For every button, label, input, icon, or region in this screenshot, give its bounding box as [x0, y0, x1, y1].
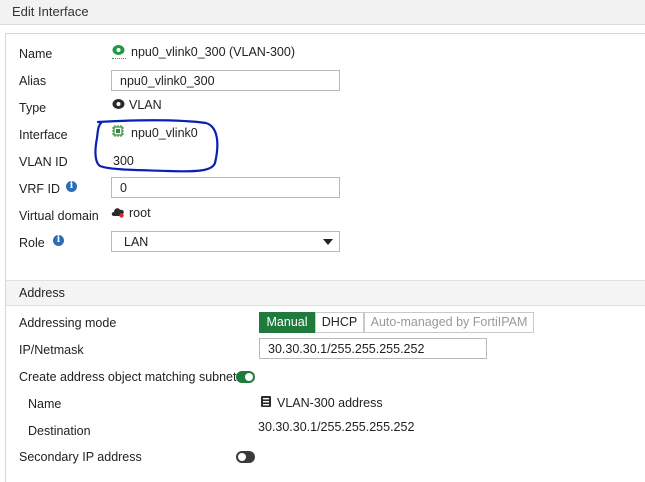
vdom-label: Virtual domain — [19, 209, 99, 223]
address-section-title: Address — [19, 286, 65, 300]
name-icon-underline — [112, 58, 126, 59]
edit-interface-panel — [5, 33, 645, 482]
interface-label: Interface — [19, 128, 68, 142]
name-label: Name — [19, 47, 53, 61]
type-value: VLAN — [129, 98, 162, 112]
address-object-name-label: Name — [28, 397, 62, 411]
vrf-id-input[interactable] — [111, 177, 340, 198]
mode-fortiipam-button[interactable]: Auto-managed by FortiIPAM — [364, 312, 534, 333]
address-section-header: Address — [6, 280, 645, 306]
role-select-value: LAN — [124, 235, 149, 249]
vrf-id-label: VRF ID — [19, 182, 60, 196]
vlan-green-icon — [112, 45, 125, 55]
ipnetmask-label: IP/Netmask — [19, 343, 84, 357]
vlan-id-label: VLAN ID — [19, 155, 68, 169]
dialog-title: Edit Interface — [12, 4, 89, 19]
address-object-icon — [261, 396, 271, 407]
dialog-title-bar: Edit Interface — [0, 0, 645, 25]
role-label: Role — [19, 236, 45, 250]
role-select[interactable]: LAN — [111, 231, 340, 252]
secondary-ip-label: Secondary IP address — [19, 450, 142, 464]
destination-value: 30.30.30.1/255.255.255.252 — [258, 420, 415, 434]
role-info-icon[interactable]: i — [53, 235, 64, 246]
vdom-value: root — [129, 206, 151, 220]
create-address-object-label: Create address object matching subnet — [19, 370, 237, 384]
mode-manual-button[interactable]: Manual — [259, 312, 315, 333]
chevron-down-icon — [323, 239, 333, 245]
ipnetmask-input[interactable] — [259, 338, 487, 359]
name-value: npu0_vlink0_300 (VLAN-300) — [131, 45, 295, 59]
secondary-ip-toggle[interactable] — [236, 451, 255, 463]
alias-label: Alias — [19, 74, 47, 88]
type-label: Type — [19, 101, 47, 115]
create-address-object-toggle[interactable] — [236, 371, 255, 383]
vlan-dark-icon — [112, 99, 125, 109]
annotation-circle — [94, 119, 219, 173]
mode-dhcp-button[interactable]: DHCP — [315, 312, 364, 333]
vdom-cloud-icon — [111, 208, 124, 218]
addressing-mode-label: Addressing mode — [19, 316, 117, 330]
vrf-info-icon[interactable]: i — [66, 181, 77, 192]
address-object-name-value: VLAN-300 address — [277, 396, 383, 410]
alias-input[interactable] — [111, 70, 340, 91]
destination-label: Destination — [28, 424, 91, 438]
